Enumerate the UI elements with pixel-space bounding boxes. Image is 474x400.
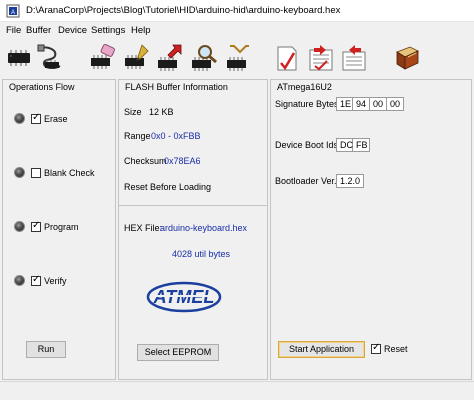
- range-value: 0x0 - 0xFBB: [151, 131, 201, 141]
- edit-buffer-button[interactable]: [339, 42, 369, 74]
- program-device-icon: [125, 44, 149, 69]
- select-device-chip-icon: [8, 50, 30, 66]
- blank-check-status-led: [14, 167, 25, 178]
- checksum-value: 0x78EA6: [164, 156, 201, 166]
- program-label: Program: [44, 222, 79, 232]
- menu-file[interactable]: File: [6, 25, 21, 36]
- program-status-led: [14, 221, 25, 232]
- reset-label: Reset: [384, 344, 408, 354]
- menu-device[interactable]: Device: [58, 25, 87, 36]
- erase-button[interactable]: [88, 42, 118, 74]
- usb-communication-icon: [37, 44, 61, 70]
- flash-buffer-title: FLASH Buffer Information: [125, 82, 228, 92]
- signature-byte-4: 00: [387, 97, 404, 111]
- panel-divider: [119, 205, 267, 206]
- load-hex-file-icon: [277, 46, 297, 71]
- checksum-label: Checksum: [124, 156, 167, 166]
- load-hex-button[interactable]: [272, 42, 302, 74]
- save-buffer-icon: [309, 45, 333, 71]
- operations-flow-panel: Operations Flow ✓ Erase Blank Check ✓ Pr…: [2, 79, 116, 380]
- device-name-title: ATmega16U2: [277, 82, 332, 92]
- menu-help[interactable]: Help: [131, 25, 151, 36]
- boot-id-1: DC: [336, 138, 353, 152]
- erase-label: Erase: [44, 114, 68, 124]
- device-boot-ids-label: Device Boot Ids: [275, 140, 339, 150]
- start-button[interactable]: [222, 42, 252, 74]
- blank-check-label: Blank Check: [44, 168, 95, 178]
- size-label: Size: [124, 107, 142, 117]
- help-button[interactable]: [392, 42, 422, 74]
- reset-before-loading-label: Reset Before Loading: [124, 182, 212, 192]
- save-buffer-button[interactable]: [306, 42, 336, 74]
- signature-bytes-label: Signature Bytes: [275, 99, 339, 109]
- erase-status-led: [14, 113, 25, 124]
- verify-label: Verify: [44, 276, 67, 286]
- size-value: 12 KB: [149, 107, 174, 117]
- boot-id-2: FB: [353, 138, 370, 152]
- toolbar: [0, 39, 474, 79]
- status-bar: [0, 381, 474, 400]
- blank-check-checkbox[interactable]: [31, 168, 41, 178]
- edit-buffer-icon: [342, 45, 366, 71]
- atmel-logo: ATMEL: [146, 281, 222, 313]
- svg-text:A: A: [11, 10, 15, 16]
- menu-buffer[interactable]: Buffer: [26, 25, 51, 36]
- menu-bar: File Buffer Device Settings Help: [0, 22, 474, 39]
- check-mark-icon: ✓: [32, 220, 41, 231]
- erase-device-icon: [91, 43, 115, 69]
- operations-flow-title: Operations Flow: [9, 82, 75, 92]
- hex-file-value: arduino-keyboard.hex: [160, 223, 248, 233]
- select-eeprom-button[interactable]: Select EEPROM: [137, 344, 219, 361]
- verify-status-led: [14, 275, 25, 286]
- flash-buffer-panel: FLASH Buffer Information Size 12 KB Rang…: [118, 79, 268, 380]
- erase-checkbox[interactable]: ✓: [31, 112, 41, 124]
- flip-app-icon: A: [6, 4, 20, 18]
- util-bytes-value: 4028 util bytes: [172, 249, 231, 259]
- start-application-icon: [227, 45, 249, 71]
- signature-byte-1: 1E: [336, 97, 353, 111]
- device-panel: ATmega16U2 Signature Bytes 1E 94 00 00 D…: [270, 79, 472, 380]
- help-book-icon: [396, 46, 419, 70]
- bootloader-version-value: 1.2.0: [336, 174, 364, 188]
- title-bar: A D:\AranaCorp\Projects\Blog\Tutoriel\HI…: [0, 0, 474, 22]
- reset-checkbox[interactable]: ✓: [371, 342, 381, 354]
- usb-connect-button[interactable]: [35, 42, 65, 74]
- check-mark-icon: ✓: [32, 112, 41, 123]
- menu-settings[interactable]: Settings: [91, 25, 125, 36]
- run-button[interactable]: Run: [26, 341, 66, 358]
- hex-file-label: HEX File:: [124, 223, 163, 233]
- read-button[interactable]: [155, 42, 185, 74]
- select-device-button[interactable]: [5, 42, 35, 74]
- signature-byte-3: 00: [370, 97, 387, 111]
- verify-checkbox[interactable]: ✓: [31, 274, 41, 286]
- start-application-button[interactable]: Start Application: [278, 341, 365, 358]
- check-mark-icon: ✓: [32, 274, 41, 285]
- check-mark-icon: ✓: [372, 342, 381, 353]
- verify-device-icon: [192, 45, 217, 71]
- window-title: D:\AranaCorp\Projects\Blog\Tutoriel\HID\…: [26, 5, 341, 16]
- range-label: Range: [124, 131, 151, 141]
- program-checkbox[interactable]: ✓: [31, 220, 41, 232]
- signature-byte-2: 94: [353, 97, 370, 111]
- bootloader-version-label: Bootloader Ver.: [275, 176, 337, 186]
- read-device-icon: [158, 44, 182, 71]
- verify-button[interactable]: [189, 42, 219, 74]
- program-button[interactable]: [122, 42, 152, 74]
